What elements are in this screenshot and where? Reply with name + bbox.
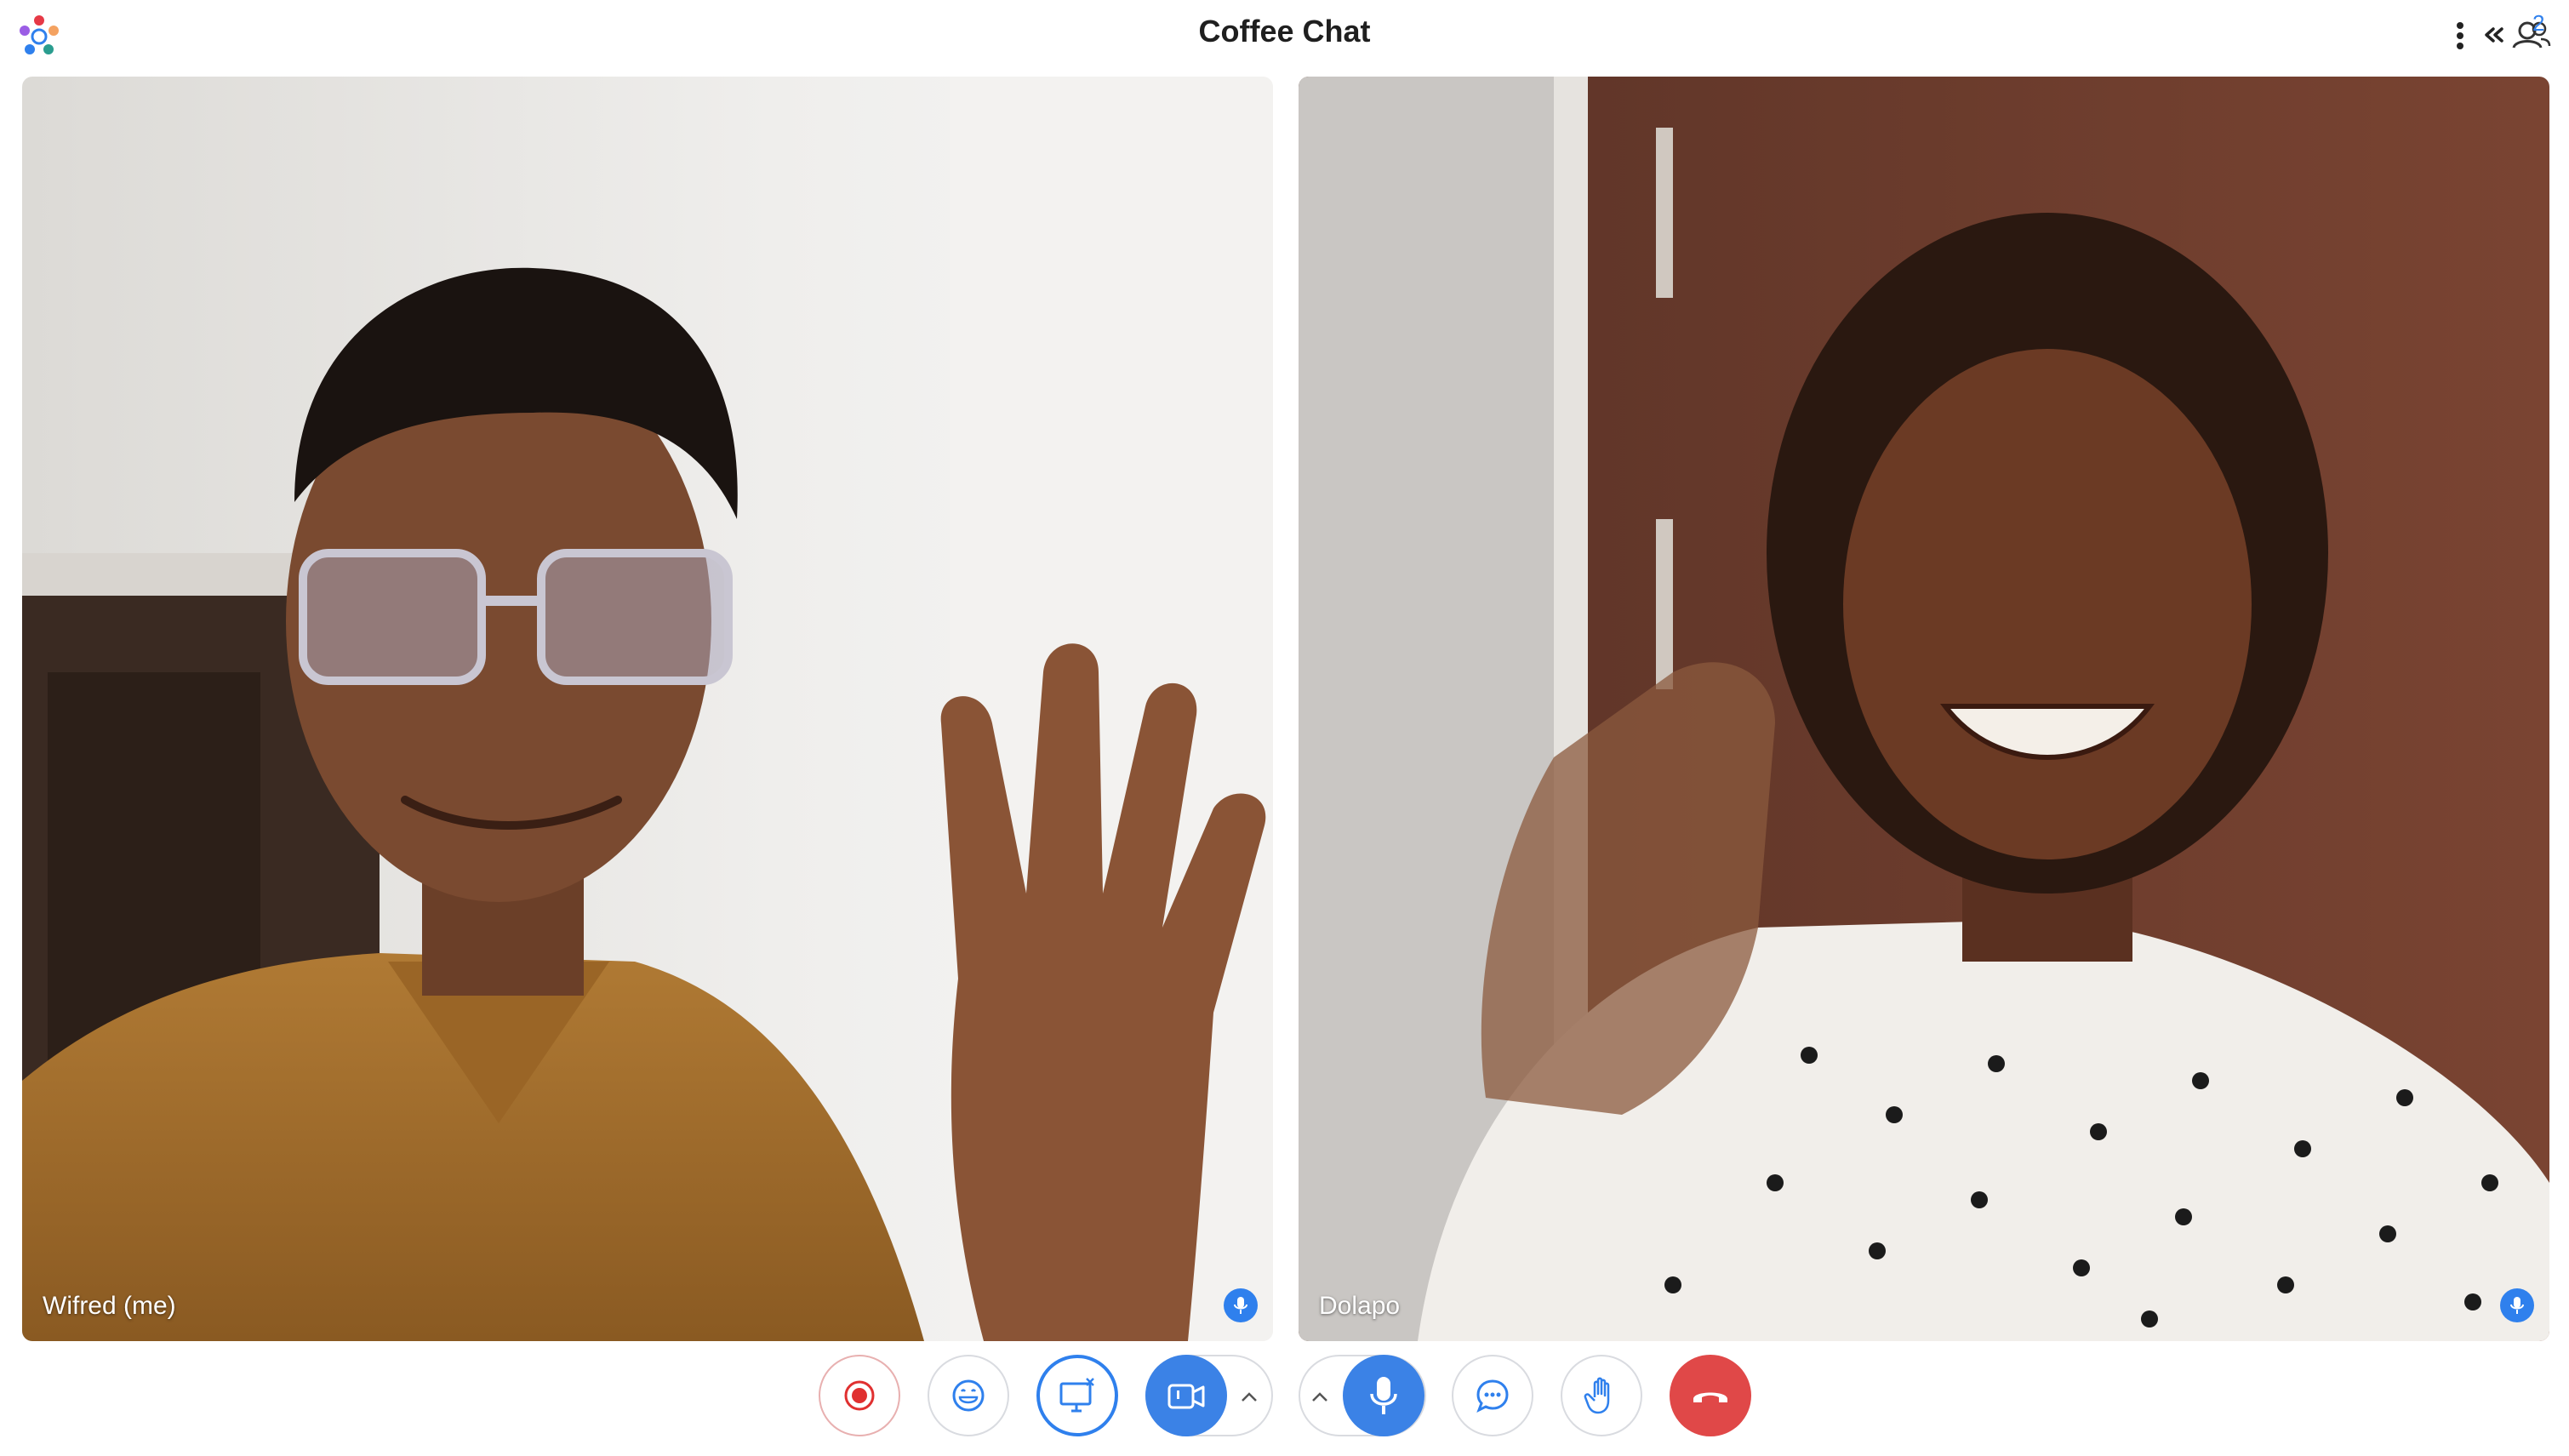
chat-icon: [1476, 1379, 1509, 1413]
raise-hand-button[interactable]: [1561, 1355, 1642, 1436]
more-options-icon[interactable]: [2446, 17, 2475, 54]
meeting-title: Coffee Chat: [1198, 14, 1371, 49]
video-tile-self[interactable]: Wifred (me): [22, 77, 1273, 1341]
top-bar: Coffee Chat 2: [0, 0, 2569, 71]
screen-share-icon: [1059, 1378, 1094, 1413]
camera-options-chevron[interactable]: [1232, 1373, 1266, 1421]
screen-share-button[interactable]: [1036, 1355, 1118, 1436]
microphone-options-chevron[interactable]: [1303, 1373, 1337, 1421]
camera-toggle-button[interactable]: [1145, 1355, 1227, 1436]
chevron-up-icon: [1312, 1392, 1327, 1402]
participant-name-label: Dolapo: [1319, 1292, 1401, 1320]
mic-active-icon: [1224, 1288, 1258, 1322]
call-controls-bar: [0, 1355, 2569, 1440]
mic-active-icon: [2500, 1288, 2534, 1322]
phone-hangup-icon: [1693, 1392, 1727, 1402]
video-camera-icon: [1167, 1384, 1205, 1409]
record-icon: [844, 1380, 875, 1411]
chevron-up-icon: [1242, 1392, 1257, 1402]
chat-button[interactable]: [1452, 1355, 1533, 1436]
video-feed-wifred: [22, 77, 1273, 1341]
hand-icon: [1584, 1377, 1610, 1414]
microphone-icon: [1370, 1377, 1397, 1414]
reactions-button[interactable]: [928, 1355, 1009, 1436]
microphone-toggle-button[interactable]: [1343, 1355, 1424, 1436]
video-tile-remote[interactable]: Dolapo: [1299, 77, 2549, 1341]
participants-count-badge: 2: [2532, 10, 2545, 36]
participant-name-label: Wifred (me): [43, 1292, 176, 1320]
end-call-button[interactable]: [1670, 1355, 1751, 1436]
video-feed-dolapo: [1299, 77, 2549, 1341]
record-button[interactable]: [819, 1355, 900, 1436]
participants-toggle-icon[interactable]: [2481, 10, 2563, 58]
emoji-icon: [952, 1379, 985, 1412]
